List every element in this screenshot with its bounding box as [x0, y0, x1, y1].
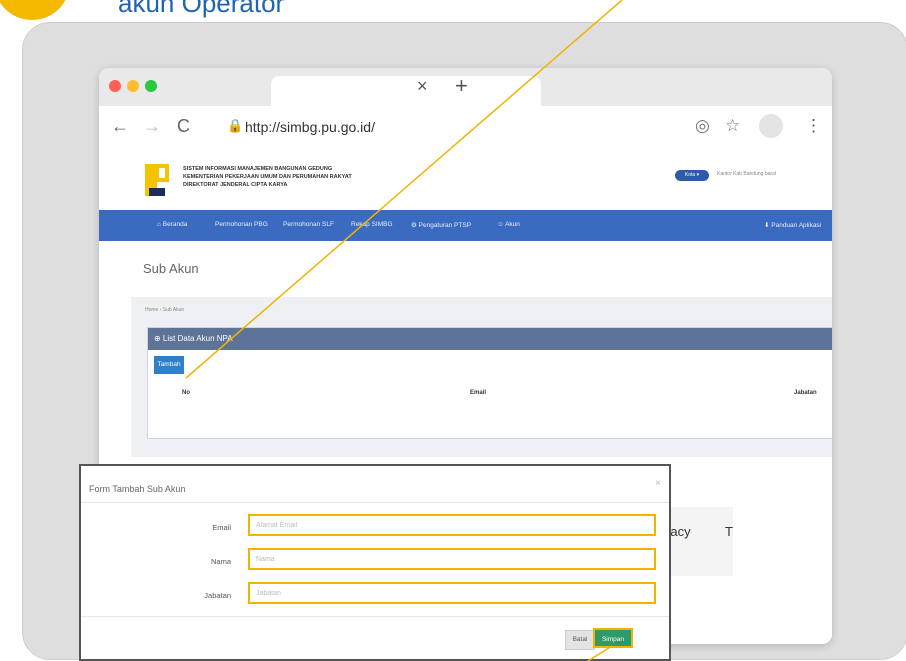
browser-toolbar: ← → C 🔒 http://simbg.pu.go.id/ ◎ ☆ ⋮: [99, 106, 832, 151]
column-header-jabatan: Jabatan: [794, 390, 817, 396]
nav-item-beranda[interactable]: ⌂ Beranda: [157, 221, 187, 228]
column-header-email: Email: [470, 390, 487, 396]
main-navbar: ⌂ Beranda Permohonan PBG Permohonan SLF …: [99, 210, 832, 241]
nav-item-permohonan-pbg[interactable]: Permohonan PBG: [215, 221, 268, 228]
step-title: akun Operator: [118, 0, 285, 18]
nama-field[interactable]: [248, 548, 656, 570]
minimize-window-dot[interactable]: [127, 80, 139, 92]
email-field[interactable]: [248, 514, 656, 536]
back-icon[interactable]: ←: [111, 116, 129, 137]
close-window-dot[interactable]: [109, 80, 121, 92]
jabatan-field[interactable]: [248, 582, 656, 604]
site-title-line1: SISTEM INFORMASI MANAJEMEN BANGUNAN GEDU…: [183, 166, 333, 172]
list-panel: ⊕ List Data Akun NPA Tambah ✚ No Email J…: [147, 327, 832, 439]
add-sub-account-modal: Form Tambah Sub Akun × Email Nama Jabata…: [79, 464, 671, 661]
location-icon[interactable]: ◎: [695, 116, 710, 136]
profile-avatar[interactable]: [759, 114, 783, 138]
pu-logo: [145, 164, 169, 196]
maximize-window-dot[interactable]: [145, 80, 157, 92]
nav-item-rekap-simbg[interactable]: Rekap SIMBG: [351, 221, 393, 228]
site-header: SISTEM INFORMASI MANAJEMEN BANGUNAN GEDU…: [99, 150, 832, 210]
kota-badge[interactable]: Kota ▾: [675, 170, 709, 181]
save-button[interactable]: Simpan: [593, 628, 633, 648]
forward-icon[interactable]: →: [143, 116, 161, 137]
terms-link[interactable]: T: [725, 524, 733, 539]
reload-icon[interactable]: C: [177, 116, 190, 137]
bookmark-star-icon[interactable]: ☆: [725, 116, 740, 136]
browser-tab[interactable]: [271, 76, 541, 106]
modal-footer-divider: [81, 616, 669, 617]
cancel-button[interactable]: Batal: [565, 630, 595, 650]
panel-title: ⊕ List Data Akun NPA: [154, 334, 233, 343]
modal-divider: [81, 502, 669, 503]
breadcrumb[interactable]: Home › Sub Akun: [145, 307, 184, 313]
site-title-line3: DIREKTORAT JENDERAL CIPTA KARYA: [183, 182, 288, 188]
user-office-text: Kantor Kab Bandung barat: [717, 171, 777, 177]
nama-label: Nama: [210, 557, 231, 566]
tab-close-icon[interactable]: ×: [417, 76, 428, 97]
lock-icon: 🔒: [227, 118, 244, 133]
column-header-no: No: [182, 390, 190, 396]
step-number-badge: [0, 0, 70, 20]
nav-item-panduan[interactable]: ⬇ Panduan Aplikasi: [764, 221, 821, 229]
browser-tab-bar: × +: [99, 68, 832, 106]
content-area: Home › Sub Akun ⊕ List Data Akun NPA Tam…: [131, 297, 832, 457]
site-title-line2: KEMENTERIAN PEKERJAAN UMUM DAN PERUMAHAN…: [183, 174, 352, 180]
email-label: Email: [212, 523, 231, 532]
new-tab-icon[interactable]: +: [455, 73, 468, 99]
page-title: Sub Akun: [143, 261, 199, 276]
modal-close-icon[interactable]: ×: [655, 478, 661, 489]
nav-item-pengaturan-ptsp[interactable]: ⚙ Pengaturan PTSP: [411, 221, 471, 229]
browser-menu-icon[interactable]: ⋮: [805, 116, 822, 136]
address-bar[interactable]: http://simbg.pu.go.id/: [245, 119, 375, 135]
panel-header: ⊕ List Data Akun NPA: [148, 328, 832, 350]
nav-item-akun[interactable]: ☺ Akun: [497, 221, 520, 228]
nav-item-permohonan-slf[interactable]: Permohonan SLF: [283, 221, 334, 228]
add-sub-account-button[interactable]: Tambah ✚: [154, 356, 184, 386]
jabatan-label: Jabatan: [204, 591, 231, 600]
modal-title: Form Tambah Sub Akun: [89, 484, 186, 494]
